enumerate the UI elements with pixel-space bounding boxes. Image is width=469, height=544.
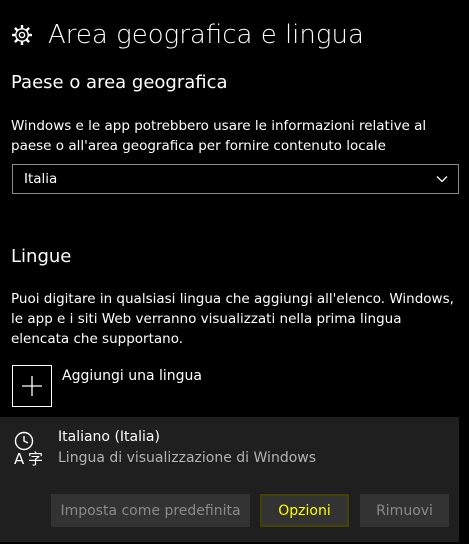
- page-title: Area geografica e lingua: [48, 20, 364, 50]
- languages-description: Puoi digitare in qualsiasi lingua che ag…: [11, 291, 454, 347]
- set-default-button[interactable]: Imposta come predefinita: [51, 494, 250, 527]
- gear-icon: [12, 25, 32, 45]
- chevron-down-icon: [436, 176, 448, 183]
- remove-button[interactable]: Rimuovi: [360, 494, 449, 527]
- add-language-label: Aggiungi una lingua: [62, 368, 202, 384]
- page-header: Area geografica e lingua: [10, 18, 364, 52]
- svg-text:字: 字: [28, 450, 43, 467]
- language-icon: A 字: [14, 431, 43, 467]
- plus-icon: [12, 365, 52, 407]
- add-language-button[interactable]: Aggiungi una lingua: [12, 365, 202, 407]
- language-subtitle: Lingua di visualizzazione di Windows: [58, 450, 317, 466]
- settings-page: Area geografica e lingua Paese o area ge…: [0, 0, 469, 544]
- options-button[interactable]: Opzioni: [260, 494, 349, 527]
- svg-text:A: A: [14, 450, 25, 467]
- language-name: Italiano (Italia): [58, 429, 160, 445]
- country-region-dropdown[interactable]: Italia: [12, 164, 459, 194]
- languages-section-title: Lingue: [11, 246, 72, 267]
- country-region-value: Italia: [24, 171, 58, 187]
- region-section-title: Paese o area geografica: [11, 72, 228, 93]
- language-item-italian[interactable]: A 字 Italiano (Italia) Lingua di visualiz…: [0, 417, 459, 542]
- region-description: Windows e le app potrebbero usare le inf…: [11, 118, 427, 154]
